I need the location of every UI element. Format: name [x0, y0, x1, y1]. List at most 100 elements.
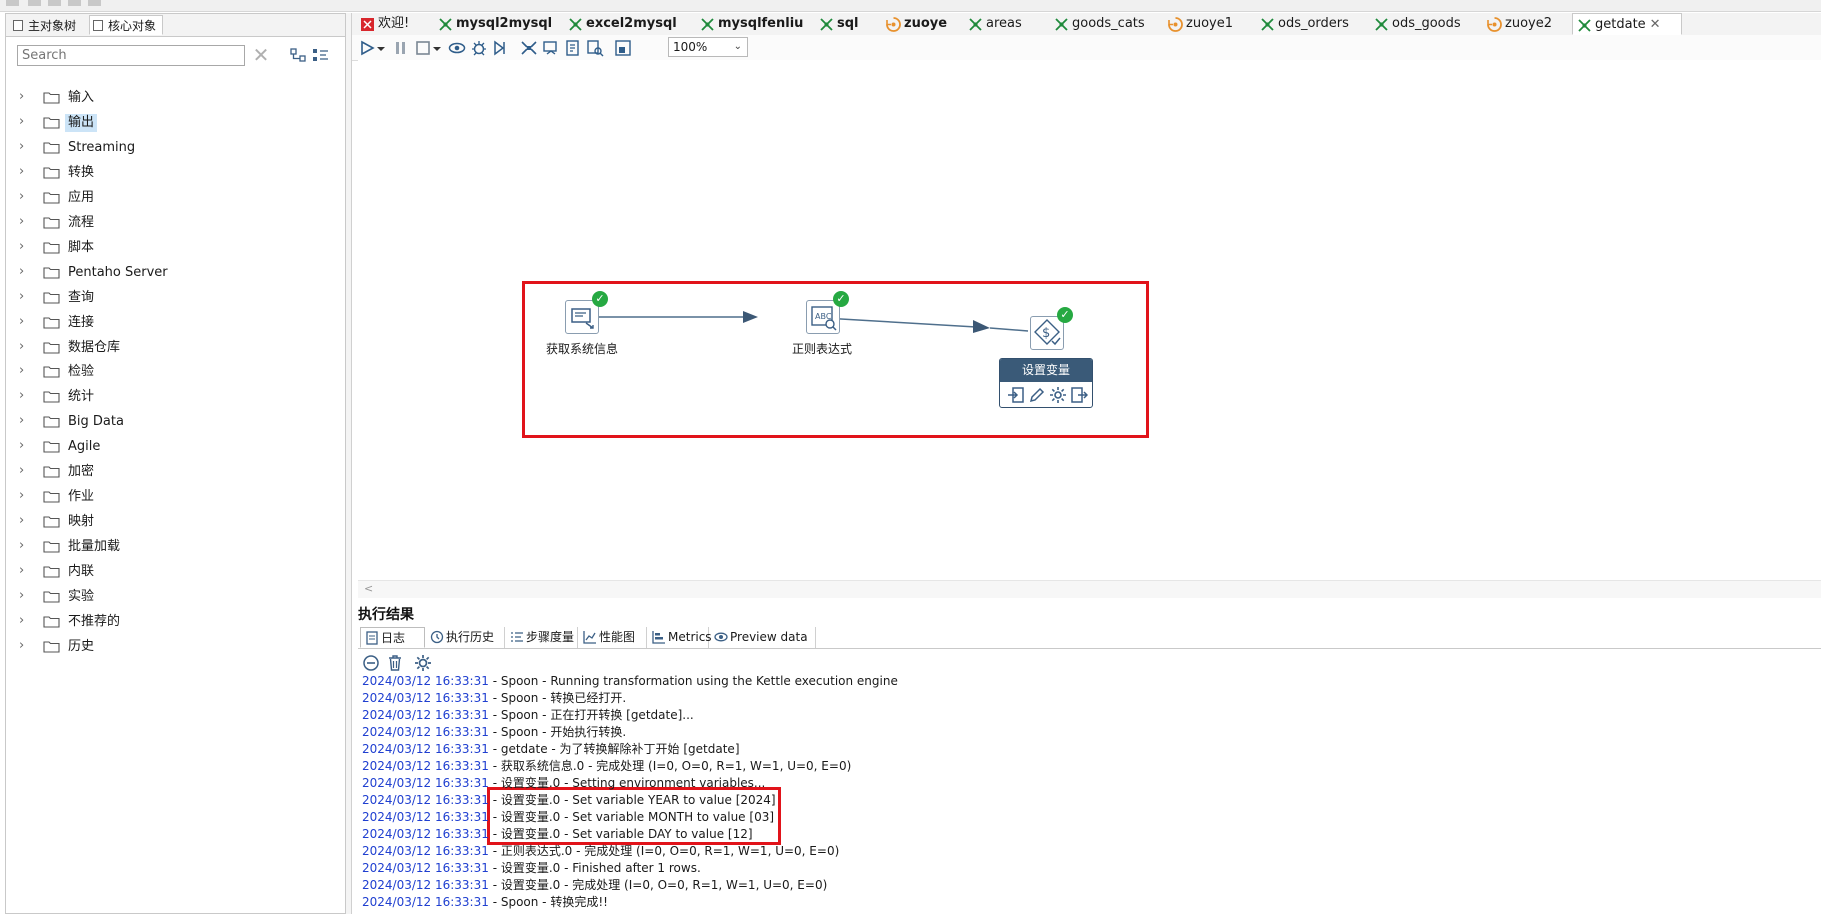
collapse-all-icon[interactable]	[290, 47, 308, 64]
tab-ods-goods[interactable]: ods_goods	[1370, 13, 1478, 35]
tab-label: mysql2mysql	[456, 16, 553, 31]
tab-main-object-tree[interactable]: 主对象树	[9, 15, 87, 35]
tree-category[interactable]: › 查询	[6, 286, 336, 310]
log-settings-icon[interactable]	[414, 654, 432, 672]
chevron-right-icon[interactable]: ›	[19, 114, 33, 129]
clear-search-icon[interactable]: ✕	[251, 44, 271, 66]
tree-category[interactable]: › Big Data	[6, 410, 336, 434]
clear-log-icon[interactable]	[386, 654, 404, 672]
chevron-right-icon[interactable]: ›	[19, 364, 33, 378]
chevron-right-icon[interactable]: ›	[19, 189, 33, 204]
tab-zuoye2[interactable]: zuoye2	[1483, 13, 1568, 35]
stop-icon[interactable]	[414, 39, 432, 57]
tree-category[interactable]: › 实验	[6, 585, 336, 609]
chevron-right-icon[interactable]: ›	[19, 339, 33, 354]
chevron-right-icon[interactable]: ›	[19, 389, 33, 403]
chevron-right-icon[interactable]: ›	[19, 414, 33, 428]
tree-category[interactable]: › 作业	[6, 485, 336, 509]
chevron-right-icon[interactable]: ›	[19, 314, 33, 329]
tab-mysqlfenliu[interactable]: mysqlfenliu	[696, 13, 811, 35]
tree-category[interactable]: › 检验	[6, 360, 336, 384]
chevron-right-icon[interactable]: ›	[19, 139, 33, 154]
menu-icon[interactable]	[88, 0, 101, 6]
chevron-right-icon[interactable]: ›	[19, 214, 33, 229]
run-options-icon[interactable]	[376, 39, 386, 57]
chevron-right-icon[interactable]: ›	[19, 613, 33, 628]
tab-sql[interactable]: sql	[815, 13, 878, 35]
tab-welcome[interactable]: 欢迎!	[356, 13, 430, 35]
canvas-horizontal-scrollbar[interactable]: <	[358, 580, 1821, 598]
menu-icon[interactable]	[48, 0, 61, 6]
explore-db-icon[interactable]	[586, 39, 604, 57]
chevron-right-icon[interactable]: ›	[19, 539, 33, 553]
tab-history[interactable]: 执行历史	[426, 627, 505, 648]
tree-category[interactable]: › 不推荐的	[6, 610, 336, 634]
tree-category[interactable]: › 统计	[6, 385, 336, 409]
tab-metrics[interactable]: Metrics	[648, 627, 712, 648]
tree-category[interactable]: › 历史	[6, 635, 336, 659]
debug-icon[interactable]	[470, 39, 488, 57]
collapse-icon[interactable]	[362, 654, 380, 672]
tree-category[interactable]: › 连接	[6, 311, 336, 335]
tree-category[interactable]: › 应用	[6, 186, 336, 210]
menu-icon[interactable]	[6, 0, 19, 6]
tree-category[interactable]: › 映射	[6, 510, 336, 534]
tab-zuoye1[interactable]: zuoye1	[1164, 13, 1252, 35]
chevron-right-icon[interactable]: ›	[19, 464, 33, 478]
tree-category[interactable]: › Streaming	[6, 136, 336, 160]
tree-category[interactable]: › 流程	[6, 211, 336, 235]
chevron-right-icon[interactable]: ›	[19, 289, 33, 304]
tree-category[interactable]: › 输出	[6, 111, 336, 135]
chevron-right-icon[interactable]: ›	[19, 439, 33, 453]
zoom-select[interactable]: 100% ⌄	[668, 37, 748, 57]
tab-performance[interactable]: 性能图	[579, 627, 647, 648]
tree-category[interactable]: › 转换	[6, 161, 336, 185]
tree-category[interactable]: › 输入	[6, 86, 336, 110]
verify-icon[interactable]	[520, 39, 538, 57]
panel-splitter[interactable]	[346, 13, 352, 914]
tree-category[interactable]: › 加密	[6, 460, 336, 484]
tab-areas[interactable]: areas	[964, 13, 1046, 35]
chevron-right-icon[interactable]: ›	[19, 264, 33, 279]
tab-preview[interactable]: Preview data	[710, 627, 816, 648]
search-input[interactable]	[17, 45, 245, 66]
replay-icon[interactable]	[492, 39, 510, 57]
impact-icon[interactable]	[542, 39, 560, 57]
tab-excel2mysql[interactable]: excel2mysql	[564, 13, 690, 35]
chevron-right-icon[interactable]: ›	[19, 489, 33, 503]
preview-icon[interactable]	[448, 39, 466, 57]
expand-all-icon[interactable]	[312, 47, 330, 64]
chevron-right-icon[interactable]: ›	[19, 589, 33, 603]
log-message: - 设置变量.0 - 完成处理 (I=0, O=0, R=1, W=1, U=0…	[488, 878, 828, 892]
run-icon[interactable]	[358, 39, 376, 57]
pause-icon[interactable]	[392, 39, 410, 57]
chevron-right-icon[interactable]: ›	[19, 564, 33, 578]
chevron-right-icon[interactable]: ›	[19, 164, 33, 179]
log-output[interactable]: 2024/03/12 16:33:31 - Spoon - Running tr…	[362, 673, 1817, 911]
tree-category[interactable]: › 批量加载	[6, 535, 336, 559]
chevron-right-icon[interactable]: ›	[19, 90, 33, 104]
tree-category[interactable]: › 内联	[6, 560, 336, 584]
tab-step-metrics[interactable]: 步骤度量	[506, 627, 578, 648]
tab-log[interactable]: 日志	[360, 627, 425, 648]
chevron-right-icon[interactable]: ›	[19, 239, 33, 254]
tree-category[interactable]: › 数据仓库	[6, 336, 336, 360]
tab-getdate[interactable]: getdate ✕	[1572, 13, 1682, 35]
menu-icon[interactable]	[68, 0, 81, 6]
tab-core-objects[interactable]: 核心对象	[89, 15, 163, 35]
scroll-left-icon[interactable]: <	[364, 582, 373, 595]
tab-mysql2mysql[interactable]: mysql2mysql	[434, 13, 560, 35]
tab-zuoye[interactable]: zuoye	[882, 13, 960, 35]
tree-category[interactable]: › Pentaho Server	[6, 261, 336, 285]
tab-goods-cats[interactable]: goods_cats	[1050, 13, 1160, 35]
chevron-right-icon[interactable]: ›	[19, 638, 33, 653]
tab-ods-orders[interactable]: ods_orders	[1256, 13, 1366, 35]
menu-icon[interactable]	[28, 0, 41, 6]
chevron-right-icon[interactable]: ›	[19, 514, 33, 528]
stop-options-icon[interactable]	[432, 39, 442, 57]
show-results-icon[interactable]	[614, 39, 632, 57]
sql-icon[interactable]	[564, 39, 582, 57]
tree-category[interactable]: › 脚本	[6, 236, 336, 260]
tree-category[interactable]: › Agile	[6, 435, 336, 459]
close-icon[interactable]: ✕	[1650, 17, 1661, 32]
